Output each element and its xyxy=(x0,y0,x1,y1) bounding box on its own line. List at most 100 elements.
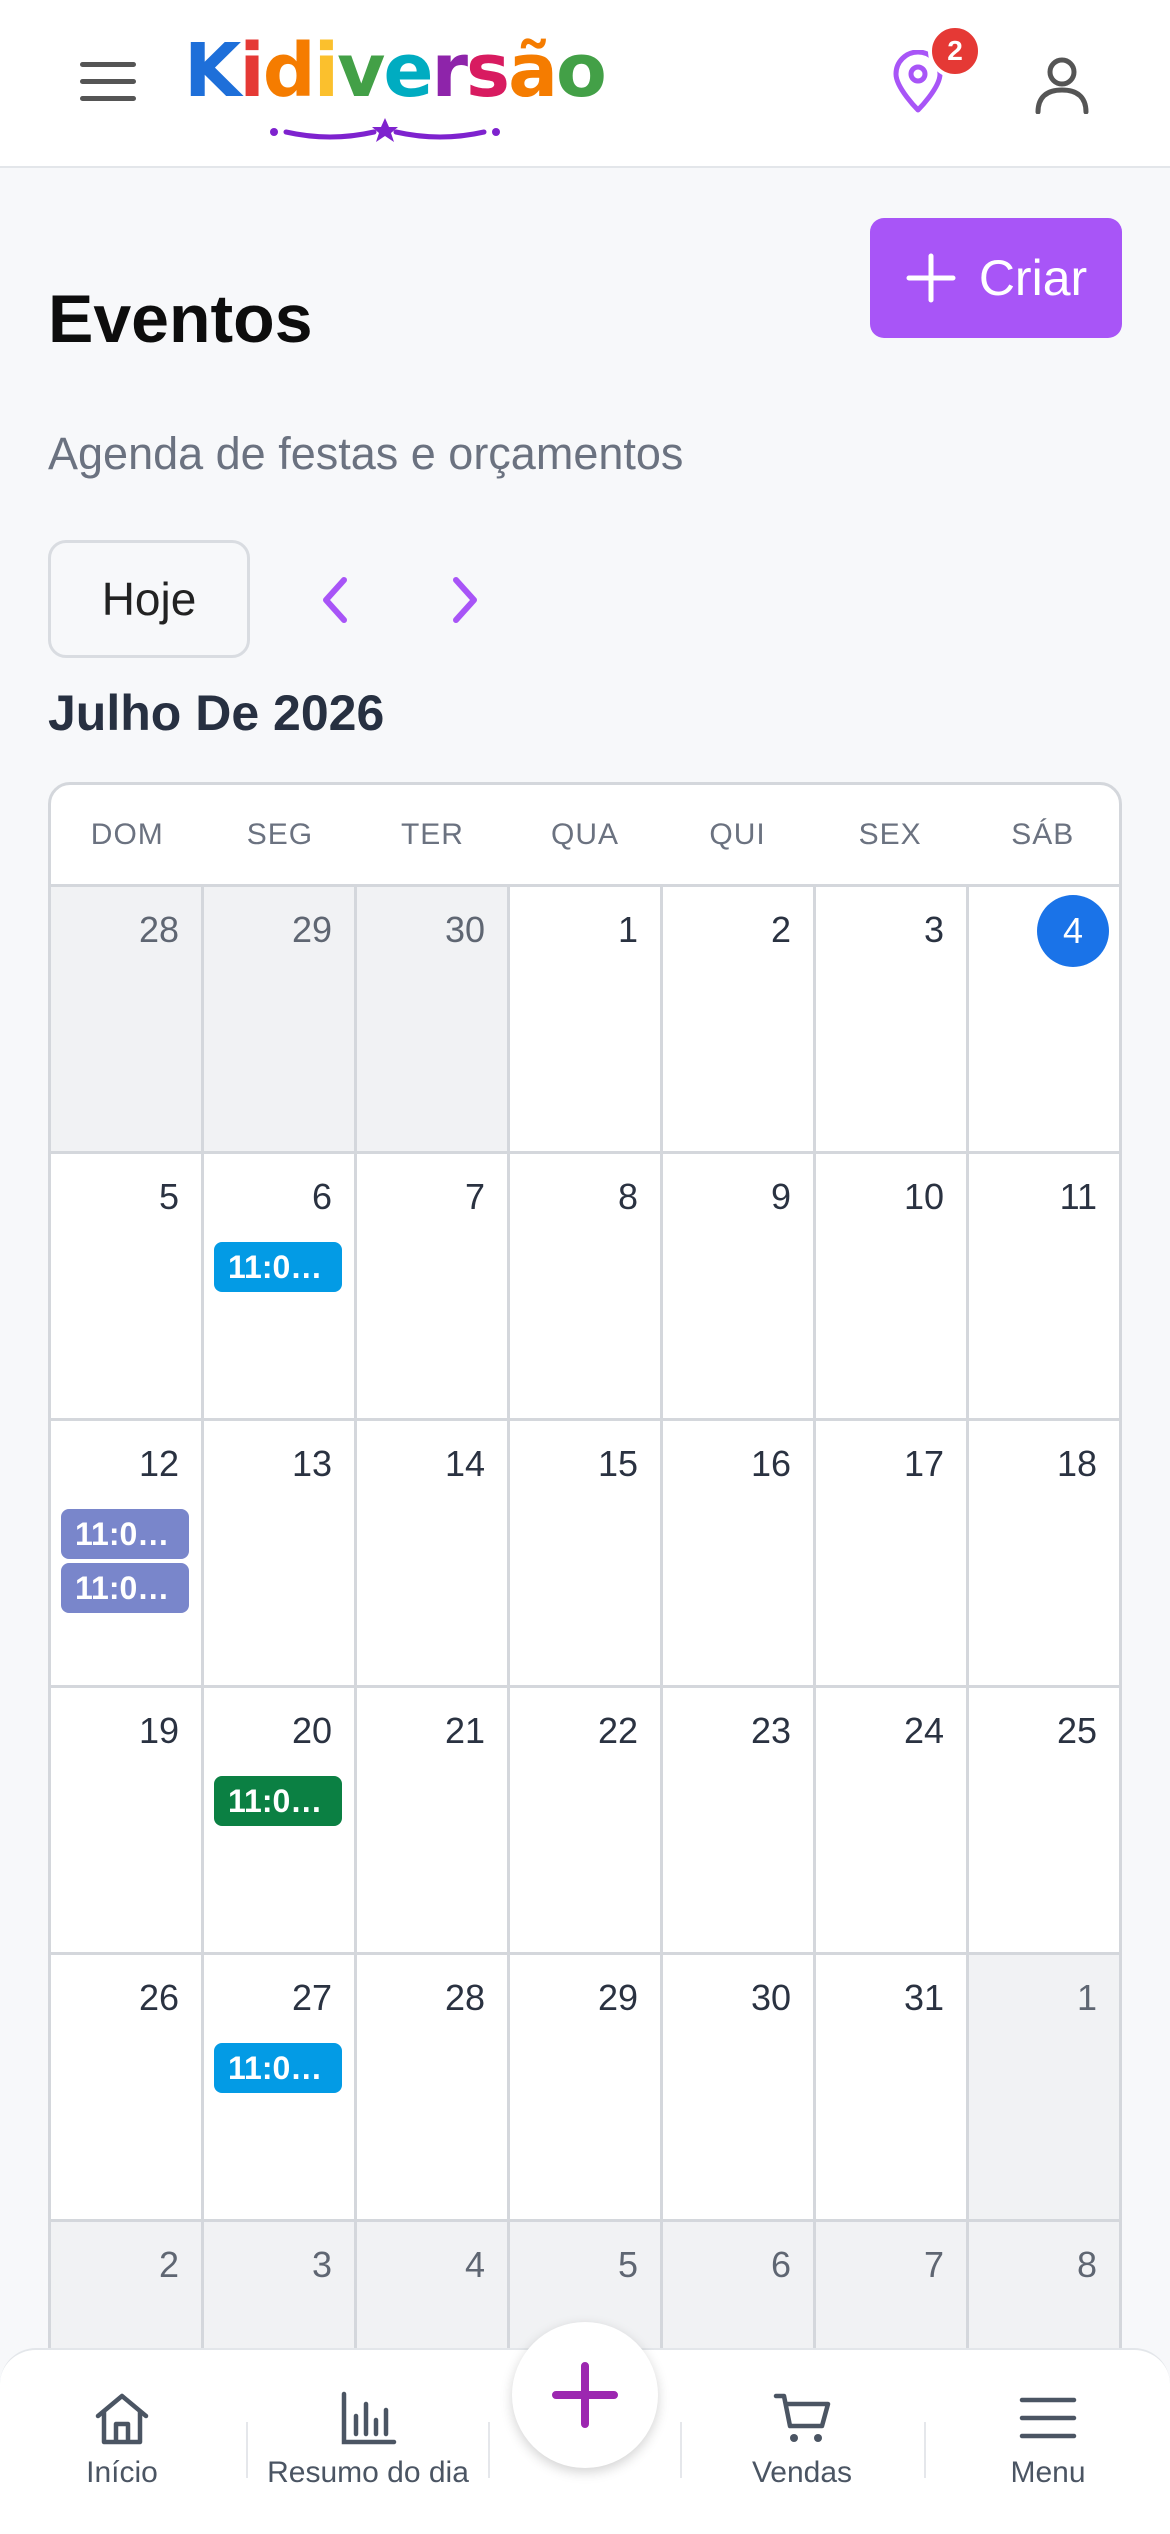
nav-home[interactable]: Início xyxy=(2,2390,242,2490)
calendar-day-cell[interactable]: 8 xyxy=(510,1154,663,1418)
page-title: Eventos xyxy=(48,281,313,357)
calendar-day-cell[interactable]: 5 xyxy=(51,1154,204,1418)
create-button-label: Criar xyxy=(978,250,1088,306)
date-number: 25 xyxy=(1056,1710,1097,1751)
today-button[interactable]: Hoje xyxy=(48,540,250,658)
date-number: 5 xyxy=(158,1176,179,1217)
calendar-day-cell[interactable]: 20 11:0… xyxy=(204,1688,357,1952)
calendar-event-chip[interactable]: 11:0… xyxy=(214,1776,342,1826)
calendar-day-cell[interactable]: 15 xyxy=(510,1421,663,1685)
month-calendar: DOM SEG TER QUA QUI SEX SÁB 28 29 30 1 2 3 4 5 6 11:0… 7… xyxy=(48,782,1122,2382)
calendar-day-cell[interactable]: 30 xyxy=(357,887,510,1151)
calendar-day-cell[interactable]: 16 xyxy=(663,1421,816,1685)
calendar-day-cell[interactable]: 29 xyxy=(510,1955,663,2219)
calendar-day-cell[interactable]: 1 xyxy=(969,1955,1119,2219)
nav-sales-label: Vendas xyxy=(751,2456,853,2489)
calendar-day-cell[interactable]: 23 xyxy=(663,1688,816,1952)
date-number: 23 xyxy=(750,1710,791,1751)
calendar-day-cell[interactable]: 18 xyxy=(969,1421,1119,1685)
date-number: 1 xyxy=(617,909,638,950)
date-number: 30 xyxy=(444,909,485,950)
user-profile-icon[interactable] xyxy=(1034,56,1090,114)
date-number: 12 xyxy=(138,1443,179,1484)
date-number: 5 xyxy=(617,2244,638,2285)
calendar-day-cell[interactable]: 10 xyxy=(816,1154,969,1418)
date-number: 6 xyxy=(311,1176,332,1217)
calendar-day-cell[interactable]: 11 xyxy=(969,1154,1119,1418)
quick-add-button[interactable] xyxy=(512,2322,658,2468)
date-number: 8 xyxy=(1076,2244,1097,2285)
nav-daily-summary-label: Resumo do dia xyxy=(267,2456,469,2489)
weekday-header: DOM SEG TER QUA QUI SEX SÁB xyxy=(51,785,1119,887)
weekday-label: QUI xyxy=(709,817,766,851)
date-number: 7 xyxy=(464,1176,485,1217)
page-subtitle: Agenda de festas e orçamentos xyxy=(48,428,684,479)
weekday-label: TER xyxy=(400,817,464,851)
nav-menu[interactable]: Menu xyxy=(928,2390,1168,2490)
calendar-day-cell[interactable]: 4 xyxy=(969,887,1119,1151)
calendar-day-cell[interactable]: 19 xyxy=(51,1688,204,1952)
month-title: Julho De 2026 xyxy=(48,685,385,741)
date-number: 4 xyxy=(464,2244,485,2285)
calendar-day-cell[interactable]: 6 11:0… xyxy=(204,1154,357,1418)
calendar-day-cell[interactable]: 14 xyxy=(357,1421,510,1685)
next-month-arrow-icon[interactable] xyxy=(440,570,490,630)
date-number: 28 xyxy=(138,909,179,950)
calendar-day-cell[interactable]: 29 xyxy=(204,887,357,1151)
calendar-day-cell[interactable]: 21 xyxy=(357,1688,510,1952)
date-number: 7 xyxy=(923,2244,944,2285)
plus-icon xyxy=(552,2362,618,2428)
date-number: 8 xyxy=(617,1176,638,1217)
calendar-day-cell[interactable]: 3 xyxy=(816,887,969,1151)
calendar-week-row: 19 20 11:0… 21 22 23 24 25 xyxy=(51,1688,1119,1955)
calendar-day-cell[interactable]: 22 xyxy=(510,1688,663,1952)
date-number: 3 xyxy=(923,909,944,950)
date-number: 20 xyxy=(291,1710,332,1751)
calendar-event-chip[interactable]: 11:0… xyxy=(61,1563,189,1613)
calendar-day-cell[interactable]: 25 xyxy=(969,1688,1119,1952)
nav-daily-summary[interactable]: Resumo do dia xyxy=(248,2390,488,2490)
date-number: 11 xyxy=(1059,1176,1097,1217)
calendar-event-chip[interactable]: 11:0… xyxy=(214,1242,342,1292)
logo-underline-icon xyxy=(270,118,500,142)
calendar-day-cell[interactable]: 13 xyxy=(204,1421,357,1685)
weekday-label: SEX xyxy=(858,817,922,851)
brand-logo[interactable]: Kidiversão xyxy=(184,26,607,142)
previous-month-arrow-icon[interactable] xyxy=(310,570,360,630)
date-number: 18 xyxy=(1056,1443,1097,1484)
calendar-day-cell[interactable]: 27 11:0… xyxy=(204,1955,357,2219)
date-number: 19 xyxy=(138,1710,179,1751)
today-date-number: 4 xyxy=(1037,895,1109,967)
calendar-day-cell[interactable]: 17 xyxy=(816,1421,969,1685)
calendar-day-cell[interactable]: 28 xyxy=(357,1955,510,2219)
date-number: 22 xyxy=(597,1710,638,1751)
date-number: 31 xyxy=(903,1977,944,2018)
calendar-day-cell[interactable]: 30 xyxy=(663,1955,816,2219)
weekday-label: QUA xyxy=(551,817,620,851)
date-number: 21 xyxy=(444,1710,485,1751)
calendar-day-cell[interactable]: 31 xyxy=(816,1955,969,2219)
app-header: Kidiversão 2 xyxy=(0,0,1170,168)
calendar-grid: 28 29 30 1 2 3 4 5 6 11:0… 7 8 9 10 11 12 11:0… 11:0… 13 14… xyxy=(51,887,1119,2379)
calendar-day-cell[interactable]: 24 xyxy=(816,1688,969,1952)
calendar-week-row: 12 11:0… 11:0… 13 14 15 16 17 18 xyxy=(51,1421,1119,1688)
nav-menu-label: Menu xyxy=(1010,2456,1086,2489)
date-number: 14 xyxy=(444,1443,485,1484)
calendar-day-cell[interactable]: 28 xyxy=(51,887,204,1151)
calendar-event-chip[interactable]: 11:0… xyxy=(61,1509,189,1559)
date-number: 10 xyxy=(903,1176,944,1217)
calendar-day-cell[interactable]: 2 xyxy=(663,887,816,1151)
nav-divider xyxy=(924,2422,926,2478)
calendar-day-cell[interactable]: 9 xyxy=(663,1154,816,1418)
calendar-day-cell[interactable]: 12 11:0… 11:0… xyxy=(51,1421,204,1685)
date-number: 28 xyxy=(444,1977,485,2018)
calendar-day-cell[interactable]: 7 xyxy=(357,1154,510,1418)
calendar-event-chip[interactable]: 11:0… xyxy=(214,2043,342,2093)
date-number: 13 xyxy=(291,1443,332,1484)
create-button[interactable]: Criar xyxy=(870,218,1122,338)
calendar-day-cell[interactable]: 1 xyxy=(510,887,663,1151)
bar-chart-icon xyxy=(341,2391,397,2445)
calendar-day-cell[interactable]: 26 xyxy=(51,1955,204,2219)
hamburger-menu-icon[interactable] xyxy=(80,62,136,106)
nav-sales[interactable]: Vendas xyxy=(682,2390,922,2490)
